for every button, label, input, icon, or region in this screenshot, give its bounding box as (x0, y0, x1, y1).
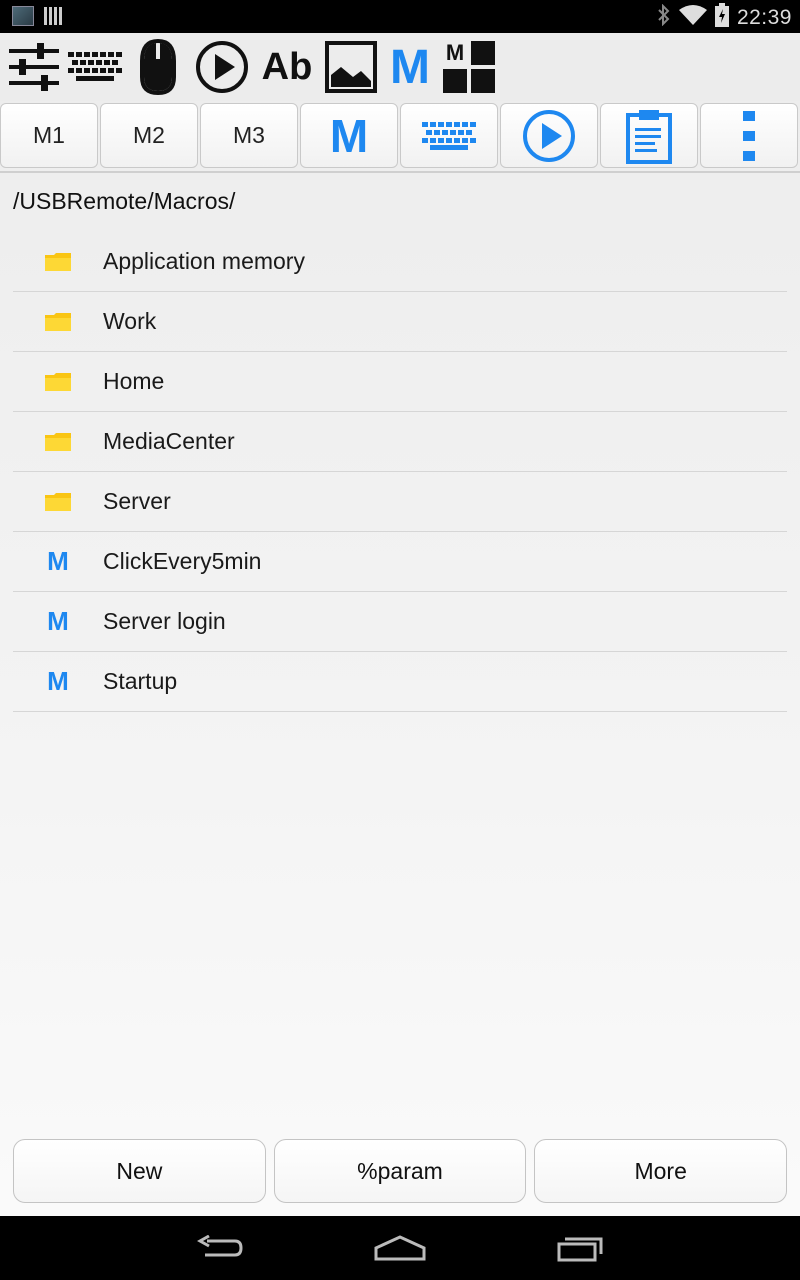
navigation-bar (0, 1216, 800, 1280)
macro-m-icon[interactable]: M (382, 37, 438, 97)
list-item-label: Server (103, 488, 171, 514)
list-item[interactable]: M ClickEvery5min (13, 532, 787, 592)
list-item-label: Application memory (103, 248, 305, 274)
macro-m-icon: M (47, 666, 69, 696)
list-item[interactable]: Server (13, 472, 787, 532)
tab-play[interactable] (500, 103, 598, 168)
list-item[interactable]: M Startup (13, 652, 787, 712)
folder-icon (13, 372, 103, 392)
more-vertical-icon (743, 110, 755, 161)
list-item[interactable]: Home (13, 352, 787, 412)
status-time: 22:39 (736, 5, 792, 29)
folder-icon (13, 432, 103, 452)
tab-m2[interactable]: M2 (100, 103, 198, 168)
tab-m1[interactable]: M1 (0, 103, 98, 168)
list-item-label: Work (103, 308, 157, 334)
list-item-label: MediaCenter (103, 428, 235, 454)
barcode-notification-icon (44, 7, 62, 25)
param-button[interactable]: %param (273, 1139, 527, 1203)
play-icon[interactable] (190, 37, 254, 97)
macro-m-icon: M (329, 109, 369, 162)
macro-m-icon: M (47, 606, 69, 636)
list-item-label: Startup (103, 668, 178, 694)
list-item[interactable]: Application memory (13, 232, 787, 292)
status-bar: 22:39 (0, 0, 800, 33)
image-notification-icon (12, 6, 34, 26)
mode-toolbar: Ab M M (0, 33, 800, 101)
battery-icon (714, 3, 729, 32)
keyboard-icon (422, 121, 476, 150)
keyboard-icon[interactable] (64, 37, 126, 97)
tab-macros[interactable]: M (300, 103, 398, 168)
list-item[interactable]: MediaCenter (13, 412, 787, 472)
mouse-icon[interactable] (126, 37, 190, 97)
folder-icon (13, 492, 103, 512)
sliders-icon[interactable] (4, 37, 64, 97)
current-path: /USBRemote/Macros/ (13, 188, 236, 214)
list-item-label: Server login (103, 608, 226, 634)
more-button[interactable]: More (534, 1139, 788, 1203)
bottom-button-bar: New %param More (13, 1139, 788, 1203)
play-icon (523, 109, 575, 162)
tab-keyboard[interactable] (400, 103, 498, 168)
clipboard-icon (626, 109, 672, 164)
tab-more[interactable] (700, 103, 798, 168)
image-icon[interactable] (320, 37, 382, 97)
list-item-label: ClickEvery5min (103, 548, 262, 574)
back-icon[interactable] (185, 1218, 255, 1278)
list-item[interactable]: Work (13, 292, 787, 352)
recent-apps-icon[interactable] (545, 1218, 615, 1278)
tab-m3[interactable]: M3 (200, 103, 298, 168)
folder-icon (13, 312, 103, 332)
home-icon[interactable] (365, 1218, 435, 1278)
macro-file-list: Application memory Work Home MediaCenter… (13, 232, 787, 712)
list-item[interactable]: M Server login (13, 592, 787, 652)
text-ab-icon[interactable]: Ab (254, 37, 320, 97)
macro-tab-row: M1 M2 M3 M (0, 103, 800, 170)
list-item-label: Home (103, 368, 165, 394)
macro-m-icon: M (47, 546, 69, 576)
divider (0, 171, 800, 173)
tab-clipboard[interactable] (600, 103, 698, 168)
wifi-icon (678, 4, 707, 31)
folder-icon (13, 252, 103, 272)
bluetooth-icon (657, 3, 671, 31)
new-button[interactable]: New (13, 1139, 266, 1203)
macro-grid-icon[interactable]: M (438, 37, 500, 97)
